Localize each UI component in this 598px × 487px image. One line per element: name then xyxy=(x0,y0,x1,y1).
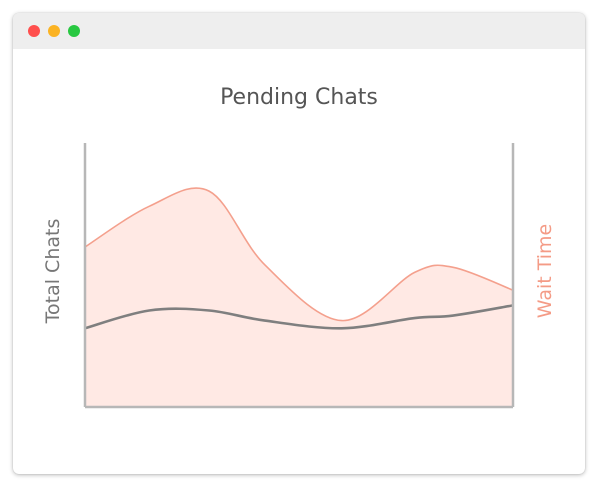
chart-plot-area xyxy=(83,143,515,409)
app-window: Pending Chats Total Chats Wait Time xyxy=(13,13,585,474)
